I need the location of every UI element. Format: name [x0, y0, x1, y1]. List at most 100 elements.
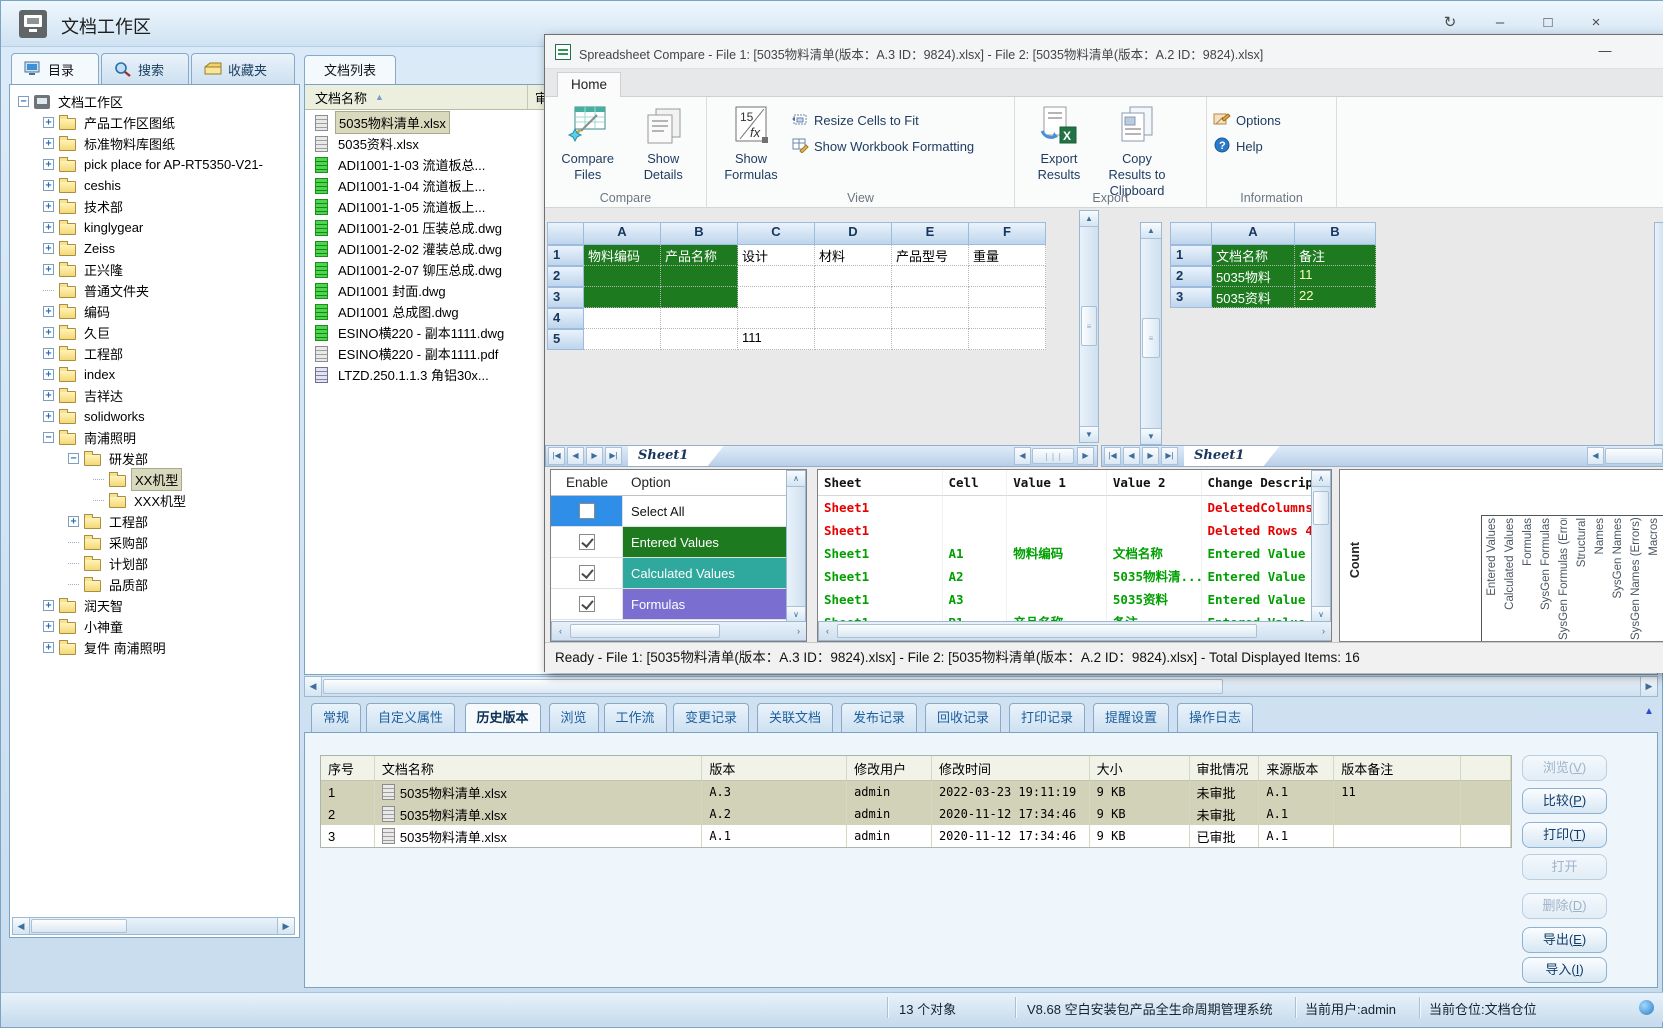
cell-A3[interactable]: 5035资料	[1212, 287, 1295, 308]
detail-tab-浏览[interactable]: 浏览	[549, 703, 599, 733]
tree-item[interactable]: 普通文件夹	[14, 280, 299, 301]
detail-tab-自定义属性[interactable]: 自定义属性	[366, 703, 455, 733]
expand-plus-icon[interactable]: +	[43, 201, 54, 212]
detail-tab-操作日志[interactable]: 操作日志	[1177, 703, 1253, 733]
scroll-left-icon[interactable]: ‹	[552, 622, 569, 640]
hscroll-left-icon[interactable]: ◀	[1014, 447, 1031, 465]
tree-item[interactable]: +润天智	[14, 595, 299, 616]
expand-plus-icon[interactable]: +	[43, 180, 54, 191]
expand-plus-icon[interactable]: +	[43, 411, 54, 422]
tree-item[interactable]: 品质部	[14, 574, 299, 595]
tree-item[interactable]: +标准物料库图纸	[14, 133, 299, 154]
detail-tab-回收记录[interactable]: 回收记录	[925, 703, 1001, 733]
detail-tab-提醒设置[interactable]: 提醒设置	[1093, 703, 1169, 733]
expand-plus-icon[interactable]: +	[43, 390, 54, 401]
cell-A3[interactable]	[584, 287, 661, 308]
scroll-up-icon[interactable]: ∧	[1312, 471, 1330, 487]
history-row[interactable]: 25035物料清单.xlsxA.2admin2020-11-12 17:34:4…	[321, 803, 1511, 825]
tree-item[interactable]: +技术部	[14, 196, 299, 217]
column-header-A[interactable]: A	[584, 222, 661, 245]
detail-tab-变更记录[interactable]: 变更记录	[673, 703, 749, 733]
nav-tab-directory[interactable]: 目录	[11, 53, 99, 84]
scrollbar-thumb[interactable]	[323, 679, 1223, 695]
cell-C5[interactable]: 111	[738, 329, 815, 350]
tree-item[interactable]: +产品工作区图纸	[14, 112, 299, 133]
tree-item[interactable]: +复件 南浦照明	[14, 637, 299, 658]
scroll-right-icon[interactable]: ›	[1315, 622, 1332, 640]
scrollbar-thumb[interactable]: ≡	[1081, 306, 1097, 346]
row-header-4[interactable]: 4	[547, 308, 584, 329]
cell-A4[interactable]	[584, 308, 661, 329]
cell-F1[interactable]: 重量	[969, 245, 1046, 266]
row-header-1[interactable]: 1	[1170, 245, 1212, 266]
option-row-select-all[interactable]: Select All	[551, 496, 788, 527]
results-column-header[interactable]: Value 2	[1107, 470, 1202, 496]
expand-plus-icon[interactable]: +	[43, 348, 54, 359]
scroll-down-icon[interactable]: ∨	[1312, 606, 1330, 622]
results-row[interactable]: Sheet1Deleted Rows 4	[818, 519, 1331, 542]
results-row[interactable]: Sheet1A1物料编码文档名称Entered Value (	[818, 542, 1331, 565]
expand-plus-icon[interactable]: +	[43, 264, 54, 275]
tree-item[interactable]: −文档工作区	[14, 91, 299, 112]
option-row-entered-values[interactable]: Entered Values	[551, 527, 788, 558]
scrollbar-thumb[interactable]	[31, 919, 127, 932]
row-header-2[interactable]: 2	[1170, 266, 1212, 287]
cell-D4[interactable]	[815, 308, 892, 329]
expand-plus-icon[interactable]: +	[43, 138, 54, 149]
scrollbar-thumb[interactable]: ≡	[1142, 318, 1160, 358]
checkbox-checked[interactable]	[579, 565, 595, 581]
scroll-left-icon[interactable]: ◀	[305, 677, 322, 696]
cell-F3[interactable]	[969, 287, 1046, 308]
close-button[interactable]: ×	[1579, 11, 1613, 35]
option-row-formulas[interactable]: Formulas	[551, 589, 788, 620]
row-header-2[interactable]: 2	[547, 266, 584, 287]
tree-item[interactable]: +工程部	[14, 511, 299, 532]
prev-sheet-icon[interactable]: ◀	[1123, 447, 1140, 465]
cell-E2[interactable]	[892, 266, 969, 287]
expand-plus-icon[interactable]: +	[43, 306, 54, 317]
tree-item[interactable]: −南浦照明	[14, 427, 299, 448]
file1-vertical-scrollbar[interactable]: ▲ ≡ ▼	[1079, 210, 1099, 443]
action-button-打印[interactable]: 打印(T)	[1522, 822, 1607, 848]
prev-sheet-icon[interactable]: ◀	[567, 447, 584, 465]
cell-B2[interactable]	[661, 266, 738, 287]
results-row[interactable]: Sheet1A35035资料Entered Value (	[818, 588, 1331, 611]
scrollbar-thumb[interactable]	[1313, 491, 1329, 525]
cell-A5[interactable]	[584, 329, 661, 350]
nav-tab-search[interactable]: 搜索	[101, 53, 189, 84]
cell-C1[interactable]: 设计	[738, 245, 815, 266]
cell-E4[interactable]	[892, 308, 969, 329]
tabs-scroll-up-icon[interactable]: ▲	[1644, 706, 1654, 717]
options-horizontal-scrollbar[interactable]: ‹ ›	[551, 621, 807, 641]
cell-B5[interactable]	[661, 329, 738, 350]
ribbon-button-help[interactable]: ?Help	[1213, 133, 1281, 159]
column-header-A[interactable]: A	[1212, 222, 1295, 245]
tree-item[interactable]: +index	[14, 364, 299, 385]
cell-B3[interactable]	[661, 287, 738, 308]
cell-B1[interactable]: 产品名称	[661, 245, 738, 266]
scroll-up-icon[interactable]: ▲	[1080, 211, 1098, 227]
cell-F2[interactable]	[969, 266, 1046, 287]
history-row[interactable]: 35035物料清单.xlsxA.1admin2020-11-12 17:34:4…	[321, 825, 1511, 847]
expand-plus-icon[interactable]: +	[43, 642, 54, 653]
tree-item[interactable]: −研发部	[14, 448, 299, 469]
scroll-right-icon[interactable]: ›	[790, 622, 807, 640]
cell-D2[interactable]	[815, 266, 892, 287]
cell-C2[interactable]	[738, 266, 815, 287]
cell-B3[interactable]: 22	[1295, 287, 1376, 308]
sheet-tab-sheet1[interactable]: Sheet1	[628, 446, 708, 466]
column-header-D[interactable]: D	[815, 222, 892, 245]
first-sheet-icon[interactable]: |◀	[548, 447, 565, 465]
cell-F4[interactable]	[969, 308, 1046, 329]
last-sheet-icon[interactable]: ▶|	[605, 447, 622, 465]
expand-plus-icon[interactable]: +	[43, 600, 54, 611]
results-row[interactable]: Sheet1DeletedColumns	[818, 496, 1331, 519]
tree-item[interactable]: +正兴隆	[14, 259, 299, 280]
checkbox-unchecked[interactable]	[579, 503, 595, 519]
tree-item[interactable]: +solidworks	[14, 406, 299, 427]
cell-C4[interactable]	[738, 308, 815, 329]
scroll-down-icon[interactable]: ▼	[1141, 428, 1161, 444]
detail-tab-常规[interactable]: 常规	[311, 703, 361, 733]
next-sheet-icon[interactable]: ▶	[1142, 447, 1159, 465]
hscroll-left-icon[interactable]: ◀	[1587, 447, 1604, 465]
